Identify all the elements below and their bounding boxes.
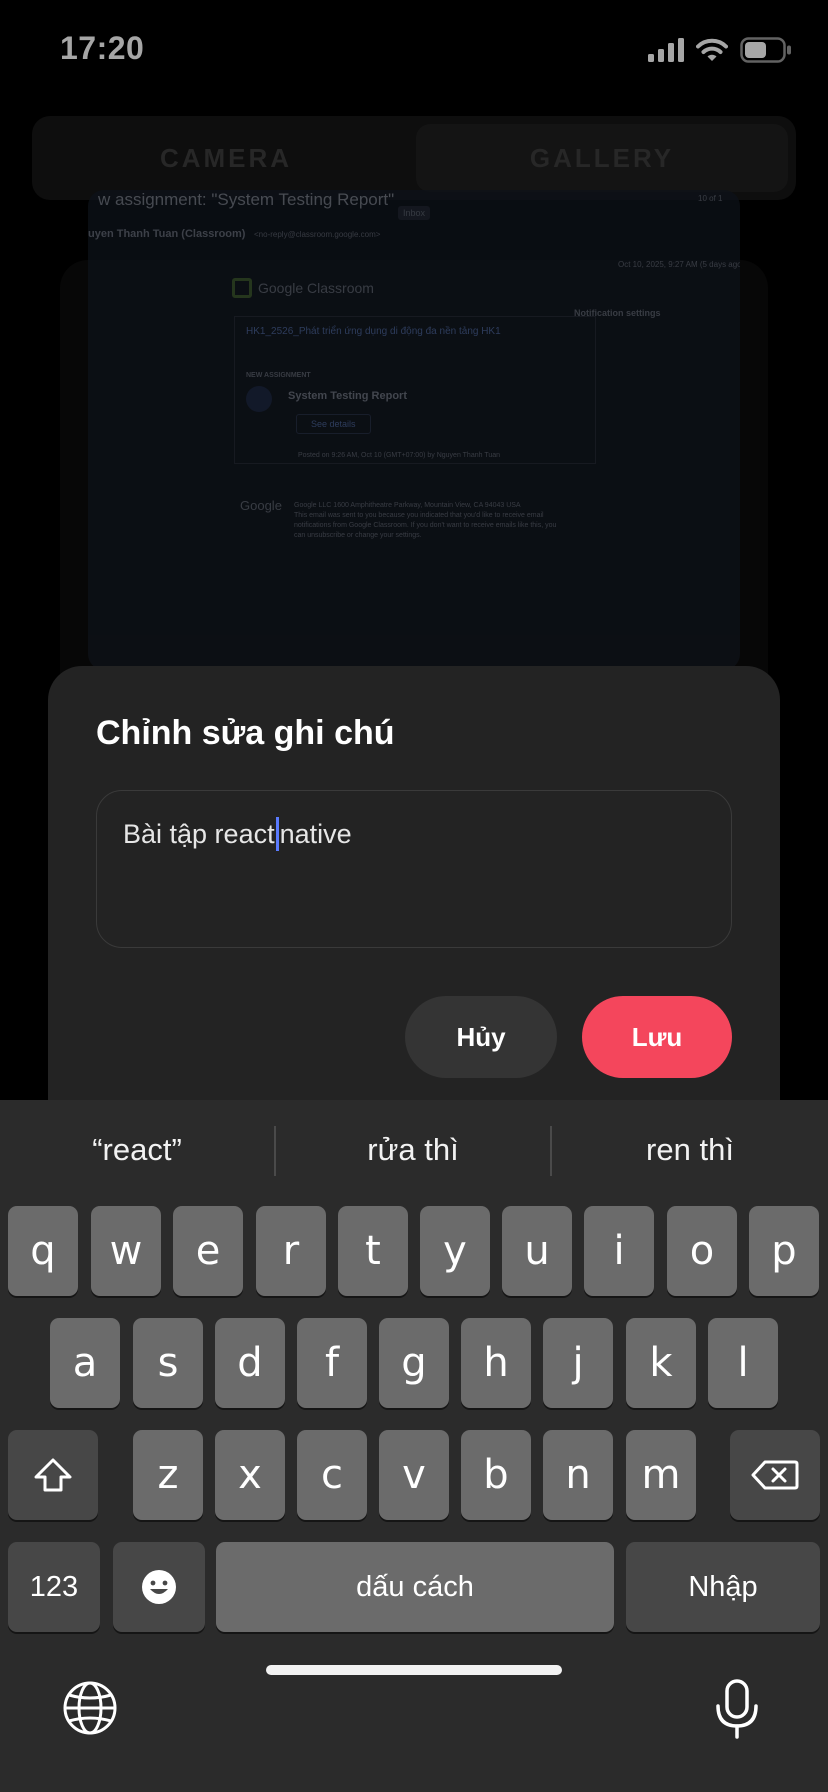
return-key[interactable]: Nhập: [626, 1542, 820, 1632]
key-i[interactable]: i: [584, 1206, 654, 1296]
key-d[interactable]: d: [215, 1318, 285, 1408]
key-l[interactable]: l: [708, 1318, 778, 1408]
cancel-button[interactable]: Hủy: [405, 996, 557, 1078]
edit-note-sheet: Chỉnh sửa ghi chú Bài tập react native Hủ…: [48, 666, 780, 1126]
key-f[interactable]: f: [297, 1318, 367, 1408]
key-o[interactable]: o: [667, 1206, 737, 1296]
emoji-key[interactable]: [113, 1542, 205, 1632]
mic-icon[interactable]: [712, 1678, 762, 1740]
sheet-title: Chỉnh sửa ghi chú: [96, 714, 395, 752]
globe-icon[interactable]: [62, 1680, 118, 1736]
emoji-icon: [142, 1570, 176, 1604]
key-c[interactable]: c: [297, 1430, 367, 1520]
key-x[interactable]: x: [215, 1430, 285, 1520]
key-p[interactable]: p: [749, 1206, 819, 1296]
numbers-key[interactable]: 123: [8, 1542, 100, 1632]
key-y[interactable]: y: [420, 1206, 490, 1296]
note-input[interactable]: Bài tập react native: [96, 790, 732, 948]
key-n[interactable]: n: [543, 1430, 613, 1520]
key-e[interactable]: e: [173, 1206, 243, 1296]
delete-icon: [751, 1460, 799, 1490]
suggestion-3[interactable]: ren thì: [552, 1100, 828, 1200]
key-b[interactable]: b: [461, 1430, 531, 1520]
note-text-after-caret: native: [279, 819, 352, 849]
delete-key[interactable]: [730, 1430, 820, 1520]
key-k[interactable]: k: [626, 1318, 696, 1408]
shift-icon: [34, 1458, 72, 1492]
key-j[interactable]: j: [543, 1318, 613, 1408]
key-a[interactable]: a: [50, 1318, 120, 1408]
key-w[interactable]: w: [91, 1206, 161, 1296]
key-s[interactable]: s: [133, 1318, 203, 1408]
key-m[interactable]: m: [626, 1430, 696, 1520]
note-text-before-caret: Bài tập react: [123, 819, 275, 849]
space-key[interactable]: dấu cách: [216, 1542, 614, 1632]
save-button[interactable]: Lưu: [582, 996, 732, 1078]
suggestion-2[interactable]: rửa thì: [276, 1100, 550, 1200]
key-r[interactable]: r: [256, 1206, 326, 1296]
keyboard: “react” rửa thì ren thì q w e r t y u i …: [0, 1100, 828, 1792]
key-u[interactable]: u: [502, 1206, 572, 1296]
suggestion-1[interactable]: “react”: [0, 1100, 274, 1200]
key-h[interactable]: h: [461, 1318, 531, 1408]
key-q[interactable]: q: [8, 1206, 78, 1296]
key-g[interactable]: g: [379, 1318, 449, 1408]
note-input-text[interactable]: Bài tập react native: [123, 817, 352, 851]
home-indicator[interactable]: [266, 1665, 562, 1675]
key-t[interactable]: t: [338, 1206, 408, 1296]
key-v[interactable]: v: [379, 1430, 449, 1520]
key-z[interactable]: z: [133, 1430, 203, 1520]
text-caret: [275, 817, 279, 851]
shift-key[interactable]: [8, 1430, 98, 1520]
